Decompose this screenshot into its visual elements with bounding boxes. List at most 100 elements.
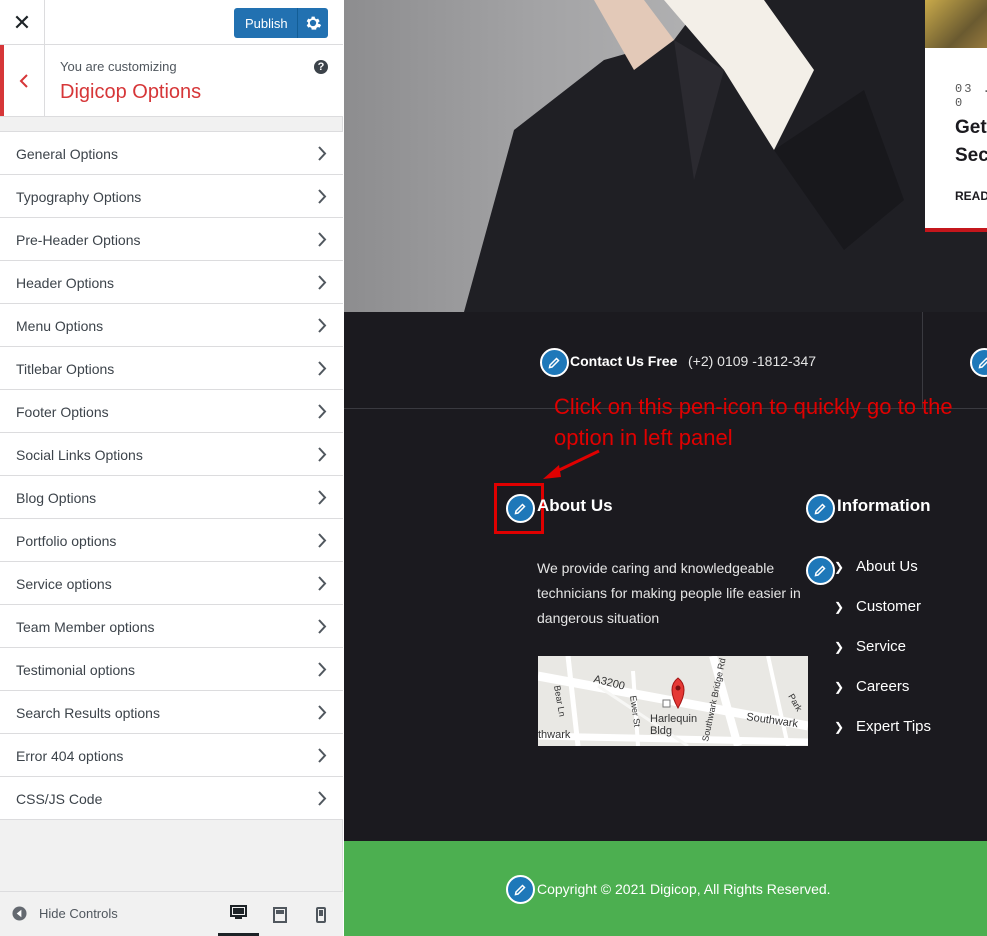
copyright-text: Copyright © 2021 Digicop, All Rights Res…	[537, 881, 831, 897]
menu-item-label: Social Links Options	[16, 447, 143, 463]
footer-link[interactable]: ❯ Expert Tips	[834, 718, 931, 758]
post-card-title-line: Secu	[955, 145, 987, 166]
collapse-icon	[12, 906, 27, 921]
menu-item-error-404[interactable]: Error 404 options	[0, 734, 343, 777]
publish-button[interactable]: Publish	[234, 8, 328, 38]
chevron-right-icon	[318, 490, 327, 505]
map-label: Bldg	[650, 725, 672, 737]
about-heading: About Us	[537, 496, 613, 515]
menu-item-footer[interactable]: Footer Options	[0, 390, 343, 433]
menu-item-css-js-code[interactable]: CSS/JS Code	[0, 777, 343, 820]
pen-edit-icon[interactable]	[806, 556, 835, 585]
menu-item-label: Team Member options	[16, 619, 155, 635]
chevron-right-icon	[318, 189, 327, 204]
publish-separator	[297, 8, 298, 38]
section-title: Digicop Options	[60, 81, 202, 103]
footer-link-label: Expert Tips	[856, 718, 932, 735]
chevron-right-icon	[318, 619, 327, 634]
customizer-panel: ✕ Publish You are customizing Digicop Op…	[0, 0, 343, 936]
post-card-image	[925, 0, 987, 48]
chevron-right-icon	[318, 533, 327, 548]
chevron-right-icon	[318, 662, 327, 677]
footer-link[interactable]: ❯ Service	[834, 638, 931, 678]
menu-item-label: Portfolio options	[16, 533, 117, 549]
menu-item-label: Typography Options	[16, 189, 142, 205]
chevron-right-icon: ❯	[834, 680, 845, 694]
footer-link[interactable]: ❯ Customer	[834, 598, 931, 638]
menu-item-label: Menu Options	[16, 318, 104, 334]
post-card-title-line: Get	[955, 117, 987, 138]
post-card-read-more[interactable]: READ	[955, 189, 987, 203]
post-card[interactable]: 03 . 0 Get Secu READ	[925, 0, 987, 232]
customizer-info: You are customizing Digicop Options ?	[0, 45, 343, 117]
menu-item-general[interactable]: General Options	[0, 132, 343, 175]
menu-item-header[interactable]: Header Options	[0, 261, 343, 304]
map-label: Harlequin	[650, 713, 697, 725]
chevron-left-icon	[19, 73, 28, 88]
hide-controls-label: Hide Controls	[39, 906, 118, 921]
menu-item-search-results[interactable]: Search Results options	[0, 691, 343, 734]
footer-link-label: About Us	[856, 558, 918, 575]
chevron-right-icon	[318, 748, 327, 763]
menu-item-blog[interactable]: Blog Options	[0, 476, 343, 519]
chevron-right-icon	[318, 447, 327, 462]
pen-edit-icon[interactable]	[540, 348, 569, 377]
contact-phone: (+2) 0109 -1812-347	[688, 353, 817, 369]
menu-item-label: Blog Options	[16, 490, 97, 506]
information-heading: Information	[837, 496, 931, 515]
chevron-right-icon	[318, 576, 327, 591]
hide-controls-button[interactable]: Hide Controls	[12, 906, 118, 921]
menu-item-titlebar[interactable]: Titlebar Options	[0, 347, 343, 390]
pen-edit-icon[interactable]	[506, 875, 535, 904]
information-links: ❯ About Us ❯ Customer ❯ Service ❯ Careers ❯ E…	[834, 558, 931, 758]
help-icon[interactable]: ?	[314, 60, 328, 74]
location-map[interactable]: A3200 Bear Ln Ewer St Harlequin Bldg Sou…	[538, 656, 808, 746]
customizer-topbar: ✕ Publish	[0, 0, 343, 45]
menu-item-label: Error 404 options	[16, 748, 124, 764]
menu-item-typography[interactable]: Typography Options	[0, 175, 343, 218]
chevron-right-icon	[318, 318, 327, 333]
desktop-preview-icon[interactable]	[218, 892, 259, 936]
chevron-right-icon	[318, 404, 327, 419]
tablet-preview-icon[interactable]	[259, 892, 300, 936]
chevron-right-icon	[318, 232, 327, 247]
menu-item-menu[interactable]: Menu Options	[0, 304, 343, 347]
menu-item-social-links[interactable]: Social Links Options	[0, 433, 343, 476]
mobile-preview-icon[interactable]	[300, 892, 341, 936]
about-text: We provide caring and knowledgeable tech…	[537, 560, 801, 626]
annotation-arrow	[543, 449, 600, 479]
menu-item-label: Pre-Header Options	[16, 232, 141, 248]
pen-edit-icon[interactable]	[806, 494, 835, 523]
menu-item-service[interactable]: Service options	[0, 562, 343, 605]
contact-label: Contact Us Free	[570, 353, 678, 369]
site-preview: 03 . 0 Get Secu READ Contact Us Free (+2…	[344, 0, 987, 936]
menu-item-team-member[interactable]: Team Member options	[0, 605, 343, 648]
menu-item-pre-header[interactable]: Pre-Header Options	[0, 218, 343, 261]
menu-item-label: Service options	[16, 576, 112, 592]
footer-link[interactable]: ❯ Careers	[834, 678, 931, 718]
menu-item-label: Titlebar Options	[16, 361, 115, 377]
chevron-right-icon	[318, 791, 327, 806]
close-icon[interactable]: ✕	[0, 0, 45, 45]
chevron-right-icon: ❯	[834, 560, 845, 574]
back-button[interactable]	[0, 45, 45, 116]
menu-item-portfolio[interactable]: Portfolio options	[0, 519, 343, 562]
footer-link[interactable]: ❯ About Us	[834, 558, 931, 598]
menu-item-label: Testimonial options	[16, 662, 136, 678]
menu-item-label: Search Results options	[16, 705, 160, 721]
gear-icon[interactable]	[304, 14, 322, 35]
annotation-text: Click on this pen-icon to quickly go to …	[554, 394, 953, 450]
menu-item-testimonial[interactable]: Testimonial options	[0, 648, 343, 691]
footer-link-label: Service	[856, 638, 907, 655]
menu-item-label: CSS/JS Code	[16, 791, 103, 807]
publish-label: Publish	[245, 16, 288, 31]
copyright-bar: Copyright © 2021 Digicop, All Rights Res…	[344, 841, 987, 936]
pen-edit-icon[interactable]	[970, 348, 987, 377]
menu-item-label: General Options	[16, 146, 118, 162]
map-label: thwark	[538, 729, 571, 741]
pen-edit-icon[interactable]	[506, 494, 535, 523]
options-menu: General Options Typography Options Pre-H…	[0, 131, 343, 820]
post-card-date: 03 . 0	[955, 82, 987, 110]
hero-image: 03 . 0 Get Secu READ	[344, 0, 987, 312]
menu-item-label: Header Options	[16, 275, 115, 291]
